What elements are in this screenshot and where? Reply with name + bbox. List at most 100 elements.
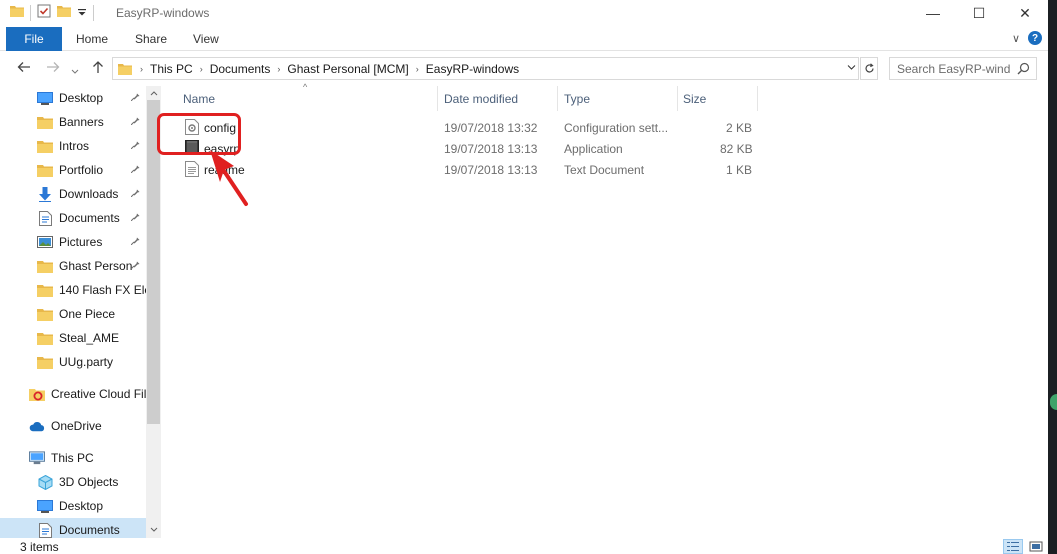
nav-label: Desktop — [59, 91, 104, 105]
pin-icon[interactable] — [130, 116, 140, 127]
navigation-pane: Desktop Banners Intros Portfolio Downloa… — [0, 86, 162, 538]
column-header-size[interactable]: Size — [683, 92, 706, 106]
nav-item-portfolio[interactable]: Portfolio — [0, 158, 146, 182]
onedrive-icon — [29, 419, 45, 433]
nav-label: Ghast Person — [59, 259, 133, 273]
nav-label: Desktop — [59, 499, 104, 513]
nav-item-onedrive[interactable]: OneDrive — [0, 414, 146, 438]
close-button[interactable]: ✕ — [1002, 0, 1048, 26]
breadcrumb-separator-icon[interactable]: › — [277, 64, 280, 74]
minimize-button[interactable]: — — [910, 0, 956, 26]
nav-item-documents[interactable]: Documents — [0, 206, 146, 230]
folder-icon — [37, 139, 53, 153]
nav-label: This PC — [51, 451, 94, 465]
pin-icon[interactable] — [130, 188, 140, 199]
nav-item-downloads[interactable]: Downloads — [0, 182, 146, 206]
recent-locations-chevron-icon[interactable] — [71, 62, 79, 78]
address-bar[interactable]: › This PC › Documents › Ghast Personal [… — [112, 57, 859, 80]
customize-toolbar-icon[interactable] — [77, 6, 87, 20]
column-header-date[interactable]: Date modified — [444, 92, 518, 106]
window-title: EasyRP-windows — [116, 6, 210, 20]
pin-icon[interactable] — [130, 92, 140, 103]
scroll-down-chevron-icon[interactable] — [146, 522, 161, 536]
table-row[interactable]: easyrp 19/07/2018 13:13 Application 82 K… — [173, 138, 763, 159]
nav-item-desktop[interactable]: Desktop — [0, 86, 146, 110]
nav-item-intros[interactable]: Intros — [0, 134, 146, 158]
ribbon: File Home Share View ∨ ? — [0, 26, 1048, 51]
folder-icon — [37, 163, 53, 177]
desktop-icon — [37, 91, 53, 105]
nav-item-pc-documents[interactable]: Documents — [0, 518, 146, 538]
item-count: 3 items — [20, 540, 59, 554]
column-divider[interactable] — [557, 86, 558, 111]
table-row[interactable]: config 19/07/2018 13:32 Configuration se… — [173, 117, 763, 138]
file-date: 19/07/2018 13:13 — [444, 142, 538, 156]
navigation-bar: › This PC › Documents › Ghast Personal [… — [0, 52, 1048, 84]
details-view-icon[interactable] — [1003, 539, 1023, 554]
file-date: 19/07/2018 13:13 — [444, 163, 538, 177]
column-divider[interactable] — [677, 86, 678, 111]
help-icon[interactable]: ? — [1028, 31, 1043, 45]
new-folder-icon[interactable] — [57, 5, 71, 20]
breadcrumb-ghast-personal[interactable]: Ghast Personal [MCM] — [287, 62, 408, 76]
documents-icon — [37, 522, 53, 538]
ribbon-controls: ∨ ? — [1012, 31, 1043, 45]
breadcrumb-separator-icon[interactable]: › — [416, 64, 419, 74]
search-icon[interactable] — [1017, 62, 1030, 78]
maximize-button[interactable]: ☐ — [956, 0, 1002, 26]
documents-icon — [37, 210, 53, 226]
quick-access-toolbar — [10, 4, 94, 21]
tab-home[interactable]: Home — [76, 32, 108, 46]
pin-icon[interactable] — [130, 140, 140, 151]
file-tab[interactable]: File — [6, 27, 62, 51]
column-header-type[interactable]: Type — [564, 92, 590, 106]
search-input[interactable]: Search EasyRP-wind — [889, 57, 1037, 80]
nav-item-one-piece[interactable]: One Piece — [0, 302, 146, 326]
expand-ribbon-chevron-icon[interactable]: ∨ — [1012, 32, 1020, 45]
breadcrumb-this-pc[interactable]: This PC — [150, 62, 193, 76]
nav-item-pictures[interactable]: Pictures — [0, 230, 146, 254]
address-dropdown-chevron-icon[interactable] — [847, 63, 856, 73]
pin-icon[interactable] — [130, 236, 140, 247]
folder-icon — [37, 307, 53, 321]
nav-item-flash-fx[interactable]: 140 Flash FX Eler — [0, 278, 146, 302]
tab-share[interactable]: Share — [135, 32, 167, 46]
status-bar: 3 items — [0, 538, 1048, 554]
file-size: 1 KB — [726, 163, 753, 177]
nav-item-3d-objects[interactable]: 3D Objects — [0, 470, 146, 494]
breadcrumb-documents[interactable]: Documents — [210, 62, 271, 76]
nav-item-banners[interactable]: Banners — [0, 110, 146, 134]
table-row[interactable]: readme 19/07/2018 13:13 Text Document 1 … — [173, 159, 763, 180]
sort-ascending-chevron-icon: ^ — [303, 82, 308, 92]
nav-label: 140 Flash FX Eler — [59, 283, 146, 297]
tab-view[interactable]: View — [193, 32, 219, 46]
pin-icon[interactable] — [130, 260, 140, 271]
nav-item-steal-ame[interactable]: Steal_AME — [0, 326, 146, 350]
column-header-name[interactable]: Name — [183, 92, 215, 106]
column-divider[interactable] — [757, 86, 758, 111]
properties-icon[interactable] — [37, 4, 51, 21]
pin-icon[interactable] — [130, 164, 140, 175]
large-icons-view-icon[interactable] — [1026, 539, 1046, 554]
breadcrumb-separator-icon[interactable]: › — [200, 64, 203, 74]
refresh-icon[interactable] — [860, 57, 878, 80]
up-icon[interactable] — [92, 60, 104, 77]
nav-label: Steal_AME — [59, 331, 120, 345]
back-icon[interactable] — [17, 60, 31, 76]
column-divider[interactable] — [437, 86, 438, 111]
scroll-up-chevron-icon[interactable] — [146, 86, 161, 100]
folder-icon — [37, 355, 53, 369]
breadcrumb-separator-icon[interactable]: › — [140, 64, 143, 74]
title-bar: EasyRP-windows — ☐ ✕ — [0, 0, 1048, 26]
pin-icon[interactable] — [130, 212, 140, 223]
breadcrumb-easyrp-windows[interactable]: EasyRP-windows — [426, 62, 519, 76]
nav-label: Portfolio — [59, 163, 104, 177]
folder-icon — [118, 63, 132, 75]
nav-item-pc-desktop[interactable]: Desktop — [0, 494, 146, 518]
nav-item-ghast-personal[interactable]: Ghast Person — [0, 254, 146, 278]
forward-icon[interactable] — [46, 60, 60, 76]
nav-label: One Piece — [59, 307, 116, 321]
nav-item-uug-party[interactable]: UUg.party — [0, 350, 146, 374]
nav-item-this-pc[interactable]: This PC — [0, 446, 146, 470]
nav-item-creative-cloud[interactable]: Creative Cloud Fil — [0, 382, 146, 406]
